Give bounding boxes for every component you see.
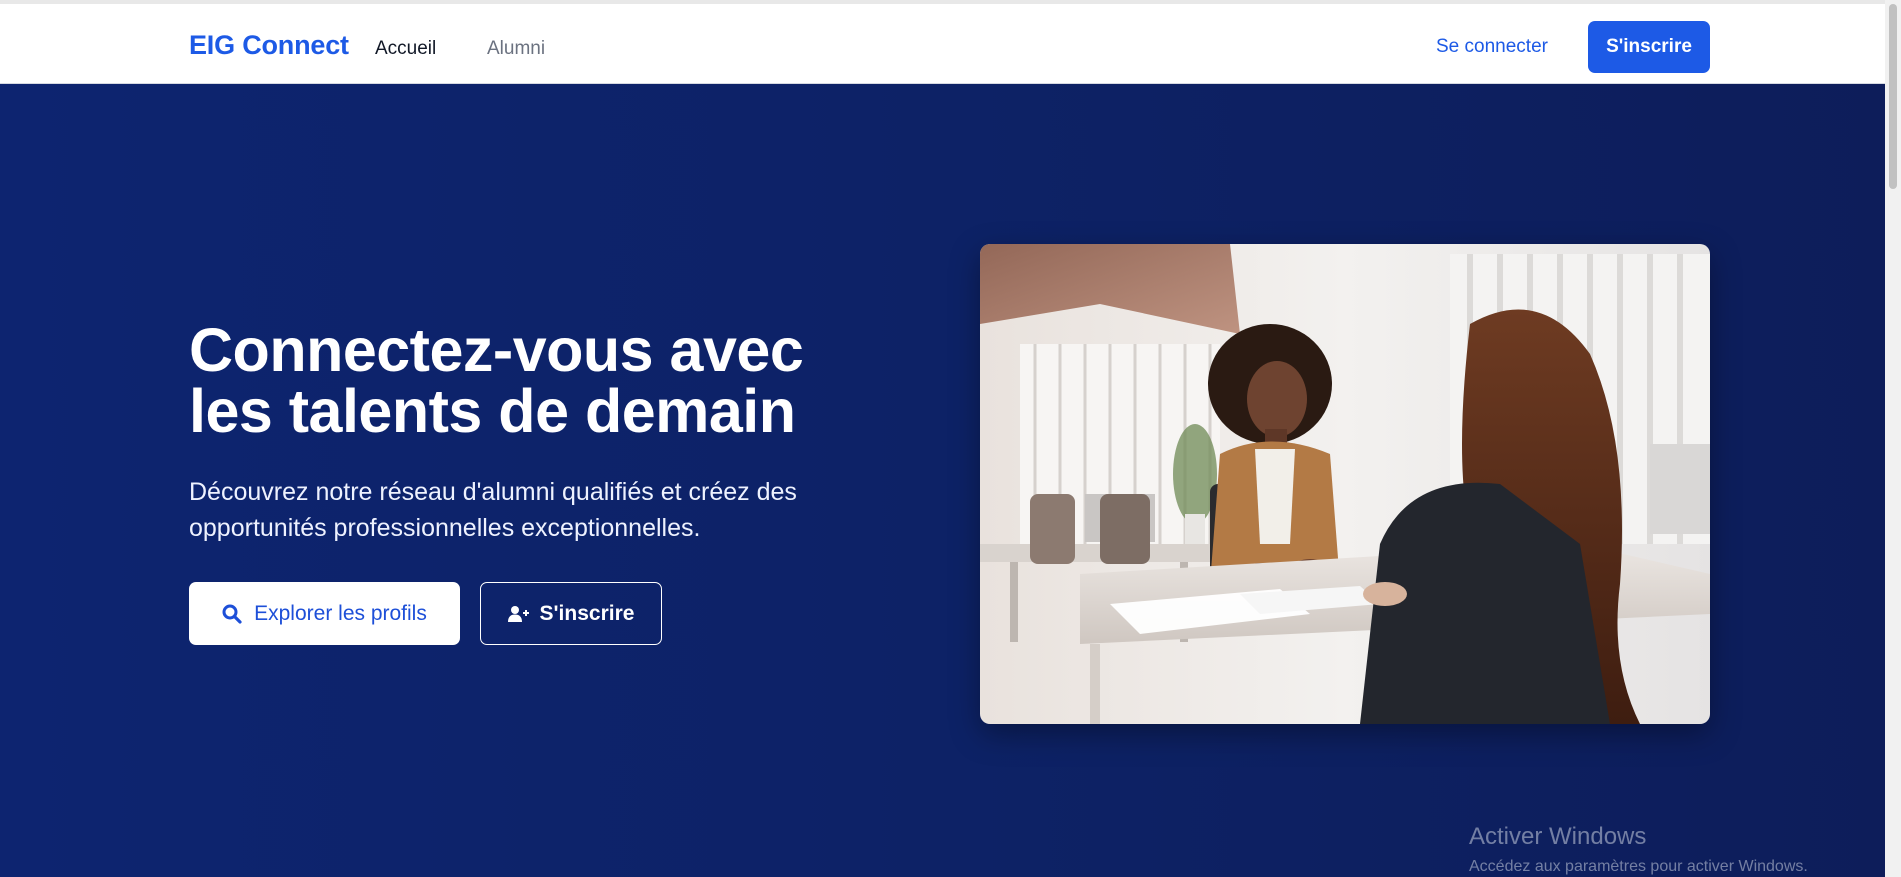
hero-section: Connectez-vous avec les talents de demai… [0,84,1901,877]
watermark-subtitle: Accédez aux paramètres pour activer Wind… [1469,858,1808,875]
login-link[interactable]: Se connecter [1436,36,1548,58]
nav-link-alumni[interactable]: Alumni [487,38,545,60]
page: EIG Connect Accueil Alumni Se connecter … [0,0,1901,877]
watermark-title: Activer Windows [1469,823,1647,850]
explore-profiles-button[interactable]: Explorer les profils [189,582,460,645]
hero-signup-label: S'inscrire [539,601,635,625]
user-plus-icon [507,605,530,623]
signup-button[interactable]: S'inscrire [1588,21,1710,73]
brand-logo[interactable]: EIG Connect [189,30,349,61]
nav-link-accueil[interactable]: Accueil [375,38,436,60]
top-navbar: EIG Connect Accueil Alumni Se connecter … [0,0,1901,84]
hero-signup-button[interactable]: S'inscrire [480,582,662,645]
hero-title: Connectez-vous avec les talents de demai… [189,320,889,442]
scrollbar-thumb[interactable] [1889,4,1897,189]
vertical-scrollbar[interactable] [1885,0,1901,877]
hero-title-line-1: Connectez-vous avec [189,316,804,384]
hero-subtitle-line-1: Découvrez notre réseau d'alumni qualifié… [189,478,797,506]
search-icon [222,604,242,624]
hero-subtitle: Découvrez notre réseau d'alumni qualifié… [189,474,869,546]
explore-profiles-label: Explorer les profils [254,601,427,625]
hero-title-line-2: les talents de demain [189,377,796,445]
hero-office-meeting-photo [980,244,1710,724]
hero-subtitle-line-2: opportunités professionnelles exceptionn… [189,514,701,542]
windows-activation-watermark: Activer Windows Accédez aux paramètres p… [1469,823,1808,877]
